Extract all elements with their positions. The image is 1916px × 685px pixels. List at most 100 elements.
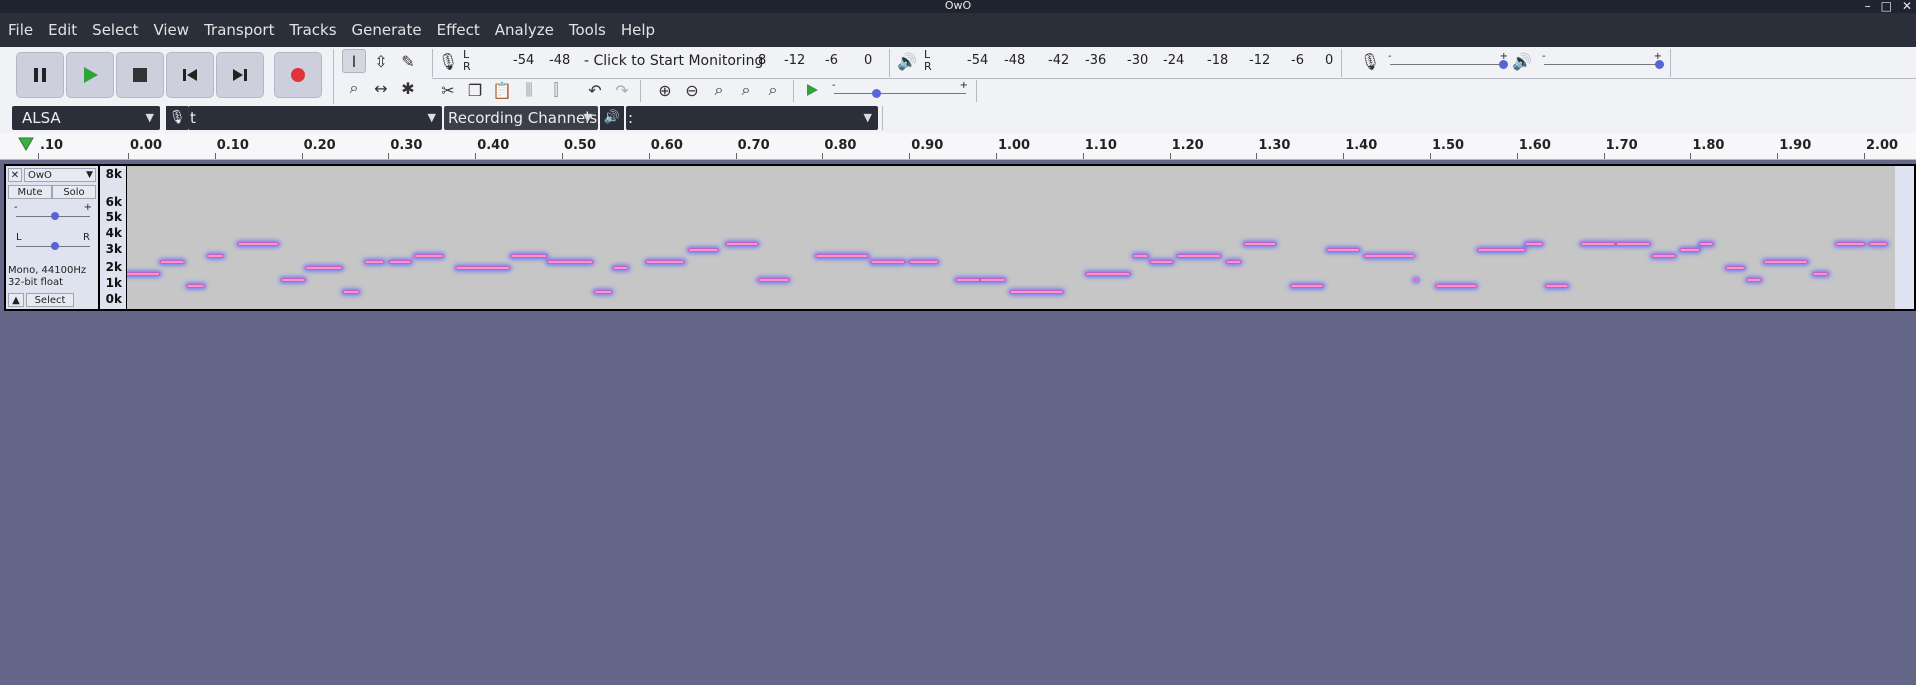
menu-tracks[interactable]: Tracks <box>289 21 336 39</box>
maximize-icon[interactable]: □ <box>1881 0 1892 13</box>
menu-transport[interactable]: Transport <box>204 21 274 39</box>
slider-thumb[interactable] <box>1655 60 1664 69</box>
close-track-button[interactable]: ✕ <box>8 168 22 182</box>
recording-channels-dropdown[interactable]: Recording Channels ▼ <box>444 106 598 130</box>
track-control-panel: ✕ OwO ▼ Mute Solo - + L R Mono, 44100Hz … <box>6 166 98 309</box>
copy-icon[interactable]: ❐ <box>463 78 487 102</box>
ruler-tick <box>909 153 911 159</box>
menu-generate[interactable]: Generate <box>352 21 422 39</box>
speaker-icon[interactable]: 🔊 <box>895 49 919 73</box>
play-speed-slider[interactable]: - + <box>830 80 970 102</box>
close-icon[interactable]: ✕ <box>1902 0 1912 13</box>
pan-right-label: R <box>83 232 90 243</box>
trim-icon[interactable]: ⫼ <box>517 78 541 102</box>
menu-select[interactable]: Select <box>92 21 138 39</box>
draw-tool-icon[interactable]: ✎ <box>396 49 420 73</box>
fit-project-icon[interactable]: ⌕ <box>734 78 758 102</box>
spectrogram-view[interactable] <box>127 166 1895 309</box>
envelope-tool-icon[interactable]: ⇳ <box>369 49 393 73</box>
multi-tool-icon[interactable]: ✱ <box>396 76 420 100</box>
rec-scale-label: -48 <box>549 53 571 68</box>
recording-volume-slider[interactable]: - + <box>1386 51 1510 71</box>
undo-icon[interactable]: ↶ <box>583 78 607 102</box>
menu-view[interactable]: View <box>153 21 189 39</box>
selection-tool-icon[interactable]: I <box>342 49 366 73</box>
recording-channels-value: Recording Channels <box>448 109 598 127</box>
track-menu-button[interactable]: OwO ▼ <box>24 168 96 182</box>
zoom-out-icon[interactable]: ⊖ <box>680 78 704 102</box>
slider-thumb[interactable] <box>1499 60 1508 69</box>
menu-analyze[interactable]: Analyze <box>495 21 554 39</box>
slider-thumb[interactable] <box>51 212 59 220</box>
pin-play-head-icon[interactable] <box>18 137 34 151</box>
zoom-toggle-icon[interactable]: ⌕ <box>761 78 785 102</box>
recording-meter-lr: L R <box>463 49 471 73</box>
chevron-down-icon: ▼ <box>863 111 872 124</box>
ruler-tick <box>1343 153 1345 159</box>
record-button[interactable] <box>274 52 322 98</box>
meter-r-label: R <box>924 60 932 73</box>
playback-meter[interactable]: -54 -48 -42 -36 -30 -24 -18 -12 -6 0 <box>936 49 1338 75</box>
timeline-ruler[interactable]: .10 0.00 0.10 0.20 0.30 0.40 0.50 0.60 0.70 0.80 0… <box>0 133 1916 160</box>
rec-scale-label: -54 <box>513 53 535 68</box>
skip-to-end-button[interactable] <box>216 52 264 98</box>
rec-scale-label: 8 <box>758 53 767 68</box>
ruler-tick <box>388 153 390 159</box>
menu-tools[interactable]: Tools <box>569 21 606 39</box>
cut-icon[interactable]: ✂ <box>436 78 460 102</box>
play-at-speed-button[interactable] <box>800 78 824 102</box>
monitoring-hint: - Click to Start Monitoring <box>584 53 764 69</box>
ruler-label: 1.10 <box>1084 138 1117 153</box>
paste-icon[interactable]: 📋 <box>490 78 514 102</box>
window-controls: – □ ✕ <box>1865 0 1912 13</box>
recording-device-dropdown[interactable]: t ▼ <box>188 106 442 130</box>
track-name: OwO <box>28 170 52 181</box>
fit-selection-icon[interactable]: ⌕ <box>707 78 731 102</box>
solo-button[interactable]: Solo <box>52 185 96 199</box>
redo-icon[interactable]: ↷ <box>610 78 634 102</box>
pan-slider[interactable]: L R <box>12 232 94 254</box>
minimize-icon[interactable]: – <box>1865 0 1871 13</box>
ruler-label: 0.90 <box>911 138 944 153</box>
ruler-tick <box>735 153 737 159</box>
select-track-button[interactable]: Select <box>26 293 74 307</box>
gain-slider[interactable]: - + <box>12 202 94 224</box>
slider-thumb[interactable] <box>51 242 59 250</box>
silence-icon[interactable]: ⫿ <box>544 78 568 102</box>
ruler-tick <box>1603 153 1605 159</box>
slider-minus: - <box>832 80 836 91</box>
rec-scale-label: -6 <box>825 53 838 68</box>
stop-button[interactable] <box>116 52 164 98</box>
track-right-margin <box>1895 166 1914 309</box>
play-scale-label: -48 <box>1004 53 1026 68</box>
slider-thumb[interactable] <box>872 89 881 98</box>
ruler-label: 1.00 <box>998 138 1031 153</box>
time-shift-tool-icon[interactable]: ↔ <box>369 76 393 100</box>
track-format: Mono, 44100Hz <box>8 265 87 276</box>
ruler-label: 1.90 <box>1779 138 1812 153</box>
playback-volume-slider[interactable]: - + <box>1540 51 1664 71</box>
menu-file[interactable]: File <box>8 21 33 39</box>
pause-button[interactable] <box>16 52 64 98</box>
ruler-label: 0.70 <box>737 138 770 153</box>
play-button[interactable] <box>66 52 114 98</box>
recording-meter[interactable]: -54 -48 - Click to Start Monitoring 8 -1… <box>475 49 885 75</box>
microphone-icon[interactable]: 🎙 <box>436 49 460 73</box>
play-scale-label: -6 <box>1291 53 1304 68</box>
ruler-label: 0.30 <box>390 138 423 153</box>
zoom-tool-icon[interactable]: ⌕ <box>342 76 366 100</box>
collapse-track-button[interactable]: ▲ <box>8 293 24 307</box>
mute-button[interactable]: Mute <box>8 185 52 199</box>
chevron-down-icon: ▼ <box>86 170 93 180</box>
menu-help[interactable]: Help <box>621 21 655 39</box>
audio-host-dropdown[interactable]: ALSA ▼ <box>12 106 160 130</box>
spectrogram-glow <box>127 241 1889 295</box>
audio-host-value: ALSA <box>22 109 61 127</box>
menu-effect[interactable]: Effect <box>437 21 480 39</box>
playback-device-dropdown[interactable]: : ▼ <box>626 106 878 130</box>
ruler-label: 0.60 <box>650 138 683 153</box>
menu-edit[interactable]: Edit <box>48 21 77 39</box>
window-title: OwO <box>944 0 972 12</box>
skip-to-start-button[interactable] <box>166 52 214 98</box>
zoom-in-icon[interactable]: ⊕ <box>653 78 677 102</box>
